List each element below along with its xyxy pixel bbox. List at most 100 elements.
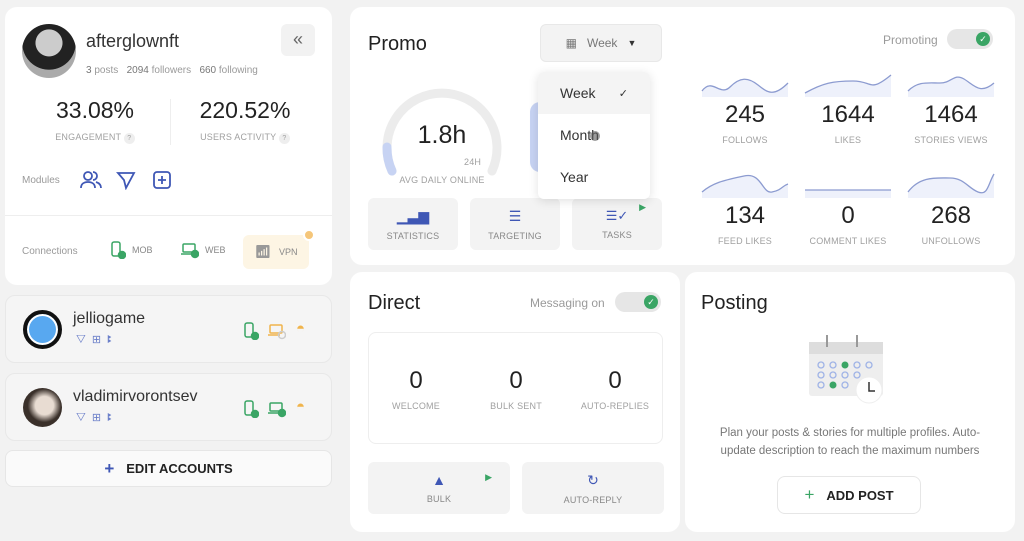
check-icon: ✓ <box>976 32 990 46</box>
laptop-check-icon <box>268 402 286 418</box>
bar-chart-icon: ▁▃▆ <box>396 207 430 224</box>
promo-card: Promo ▦ Week ▼ 1.8h 24H AVG DAILY ONLINE ▁… <box>350 7 1015 265</box>
connection-web[interactable]: WEB <box>181 241 226 259</box>
connection-mob[interactable]: MOB <box>110 241 153 259</box>
help-icon[interactable]: ? <box>123 133 135 144</box>
profile-username[interactable]: afterglownft <box>86 31 179 52</box>
messaging-toggle[interactable]: ✓ <box>615 292 661 312</box>
promo-stat-likes: 1644 LIKES <box>803 69 893 145</box>
promo-stat-stories-views: 1464 STORIES VIEWS <box>906 69 996 145</box>
wifi-icon: 📶︎ <box>254 244 271 259</box>
direct-icon[interactable]: ▽ <box>76 412 92 424</box>
mouse-cursor <box>590 131 600 141</box>
users-module-icon[interactable] <box>80 170 102 190</box>
posting-module-icon[interactable] <box>152 170 172 190</box>
sparkline <box>907 173 995 198</box>
add-post-button[interactable]: + ADD POST <box>777 476 921 514</box>
tasks-label: TASKS <box>602 230 632 240</box>
stat-label: COMMENT LIKES <box>809 236 887 246</box>
posting-icon[interactable]: ⊞ <box>92 412 107 424</box>
posts-count: 3 <box>86 65 92 76</box>
collapse-button[interactable]: « <box>281 24 315 56</box>
plus-icon: + <box>104 458 115 478</box>
plus-icon: + <box>804 485 815 504</box>
phone-check-icon <box>244 400 259 418</box>
users-activity-stat: 220.52% USERS ACTIVITY ? <box>175 97 315 144</box>
phone-check-icon <box>244 322 259 340</box>
play-icon[interactable]: ▶ <box>485 472 492 483</box>
auto-reply-button[interactable]: ↻ AUTO-REPLY <box>522 462 664 514</box>
help-icon[interactable]: ? <box>278 133 290 144</box>
followers-label: followers <box>151 65 192 76</box>
direct-module-icon[interactable] <box>116 170 136 190</box>
promoting-toggle[interactable]: ✓ <box>947 29 993 49</box>
stat-label: LIKES <box>834 135 862 145</box>
statistics-button[interactable]: ▁▃▆ STATISTICS <box>368 198 458 250</box>
dropdown-option-week[interactable]: Week ✓ <box>538 72 650 114</box>
direct-stats-box: 0 WELCOME 0 BULK SENT 0 AUTO-REPLIES <box>368 332 663 444</box>
vpn-label: VPN <box>279 247 298 257</box>
bulk-icon: ▲ <box>432 472 446 488</box>
engagement-label: ENGAGEMENT <box>55 132 122 142</box>
bulk-button[interactable]: ▲ BULK ▶ <box>368 462 510 514</box>
auto-reply-label: AUTO-REPLY <box>563 494 623 505</box>
check-icon: ✓ <box>618 87 628 100</box>
connection-vpn[interactable]: 📶︎ VPN <box>243 229 315 269</box>
account-modules: ▽⊞ꔪ <box>76 411 118 425</box>
stat-label: STORIES VIEWS <box>914 135 988 145</box>
targeting-button[interactable]: ☰ TARGETING <box>470 198 560 250</box>
sparkline <box>805 189 891 198</box>
avatar[interactable] <box>22 24 76 78</box>
wifi-icon: ◓ <box>296 398 306 415</box>
divider <box>5 215 332 216</box>
bulk-label: BULK <box>426 494 452 504</box>
connections-label: Connections <box>22 246 78 257</box>
stat-label: UNFOLLOWS <box>921 236 981 246</box>
stat-value: 1644 <box>821 101 875 128</box>
period-select[interactable]: ▦ Week ▼ <box>540 24 662 62</box>
dropdown-option-year[interactable]: Year <box>538 156 650 198</box>
posting-title: Posting <box>701 292 768 314</box>
stat-value: 0 <box>841 202 855 229</box>
sparkline <box>701 78 789 97</box>
welcome-stat: 0 WELCOME <box>371 367 461 411</box>
posting-card: Posting Plan your posts & stories for mu… <box>685 272 1015 532</box>
stat-value: 0 <box>409 367 423 394</box>
account-avatar <box>23 310 62 349</box>
account-card[interactable]: vladimirvorontsev ▽⊞ꔪ ◓ <box>5 373 332 441</box>
gauge-value: 1.8h <box>417 121 467 149</box>
account-avatar <box>23 388 62 427</box>
auto-reply-icon: ↻ <box>587 471 599 488</box>
engagement-value: 33.08% <box>55 97 134 123</box>
gauge-label: AVG DAILY ONLINE <box>399 175 485 185</box>
stat-value: 245 <box>724 101 766 128</box>
posting-description: Plan your posts & stories for multiple p… <box>719 427 981 457</box>
sliders-icon: ☰ <box>508 207 522 224</box>
modules-label: Modules <box>22 175 60 186</box>
edit-accounts-button[interactable]: + EDIT ACCOUNTS <box>5 450 332 487</box>
calendar-icon: ▦ <box>565 36 577 50</box>
account-name: jelliogame <box>73 310 146 327</box>
users-icon[interactable]: ꔪ <box>107 334 118 346</box>
play-icon[interactable]: ▶ <box>639 202 646 213</box>
gauge-max: 24H <box>464 157 482 167</box>
calendar-clock-illustration <box>809 335 883 404</box>
account-card[interactable]: jelliogame ▽⊞ꔪ ◓ <box>5 295 332 363</box>
posts-label: posts <box>94 65 119 76</box>
stat-value: 268 <box>930 202 972 229</box>
users-icon[interactable]: ꔪ <box>107 412 118 424</box>
stat-label: BULK SENT <box>490 401 542 411</box>
direct-icon[interactable]: ▽ <box>76 334 92 346</box>
targeting-label: TARGETING <box>488 230 542 241</box>
check-icon: ✓ <box>644 295 658 309</box>
tasks-button[interactable]: ☰✓ TASKS ▶ <box>572 198 662 250</box>
messaging-label: Messaging on <box>530 296 605 310</box>
posting-icon[interactable]: ⊞ <box>92 334 107 346</box>
tasks-icon: ☰✓ <box>605 208 629 223</box>
divider <box>170 99 171 145</box>
direct-title: Direct <box>368 292 421 314</box>
laptop-check-icon <box>181 243 199 259</box>
wifi-icon: ◓ <box>296 320 306 337</box>
auto-replies-stat: 0 AUTO-REPLIES <box>570 367 660 411</box>
engagement-stat: 33.08% ENGAGEMENT ? <box>25 97 165 144</box>
